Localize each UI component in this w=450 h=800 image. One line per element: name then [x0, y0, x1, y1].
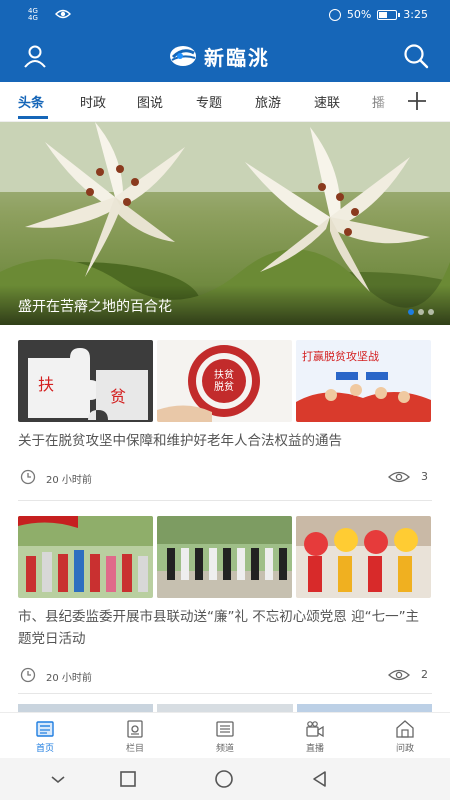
app-logo: 新臨洮: [168, 42, 270, 70]
bottom-navigation: 首页 栏目 频道 直播 问政: [0, 712, 450, 758]
clock-icon: [20, 667, 36, 683]
app-screen: 4G 4G 50% 3:25 新臨洮 头条 时政 图说 专题 旅游 速联 盛开在…: [0, 0, 450, 800]
tab-topics[interactable]: 专题: [196, 92, 222, 111]
status-bar: 4G 4G 50% 3:25: [0, 0, 450, 30]
tab-tourism[interactable]: 旅游: [255, 92, 281, 111]
clock-time: 3:25: [403, 8, 428, 21]
user-icon[interactable]: [22, 43, 48, 69]
thumb-text-fu: 扶: [38, 375, 54, 394]
channel-icon: [216, 721, 234, 737]
nav-channel[interactable]: 频道: [195, 719, 255, 754]
performance-thumbnail: [18, 516, 153, 598]
puzzle-thumbnail: 扶 贫: [18, 340, 153, 422]
view-count: 3: [421, 470, 428, 483]
nav-inquiry[interactable]: 问政: [375, 719, 435, 754]
news-item[interactable]: 扶 贫 扶贫脱贫 打赢脱贫攻坚战 关于在脱贫攻坚中保障和维护好老年人合法权益的通…: [18, 340, 432, 490]
add-channel-icon[interactable]: [404, 88, 430, 114]
news-meta: 20 小时前 2: [18, 658, 432, 688]
carousel-dot: [408, 309, 414, 315]
home-circle-icon[interactable]: [214, 769, 234, 789]
campaign-thumbnail: 打赢脱贫攻坚战: [296, 340, 431, 422]
thumb-text-campaign: 打赢脱贫攻坚战: [302, 349, 379, 363]
battery-icon: [377, 9, 401, 20]
carousel-dot: [418, 309, 424, 315]
news-title: 市、县纪委监委开展市县联动送“廉”礼 不忘初心颂党恩 迎“七一”主题党日活动: [18, 609, 420, 647]
party-day-thumbnail: [157, 516, 292, 598]
nav-column[interactable]: 栏目: [105, 719, 165, 754]
news-meta: 20 小时前 3: [18, 460, 432, 490]
tab-scroll-fade: [360, 82, 400, 121]
carousel-dot: [428, 309, 434, 315]
tab-politics[interactable]: 时政: [80, 92, 106, 111]
system-navigation-bar: [0, 758, 450, 800]
list-divider: [18, 693, 432, 694]
back-triangle-icon[interactable]: [310, 769, 330, 789]
logo-mark-icon: [170, 46, 196, 66]
view-count-icon: [388, 669, 410, 681]
list-divider: [18, 500, 432, 501]
thumb-text-pin: 贫: [110, 387, 126, 406]
featured-banner[interactable]: 盛开在苦瘠之地的百合花: [0, 122, 450, 325]
tab-pictures[interactable]: 图说: [137, 92, 163, 111]
next-item-preview: [18, 704, 432, 712]
publish-time: 20 小时前: [46, 673, 92, 684]
app-name: 新臨洮: [204, 45, 270, 70]
carousel-indicator: [408, 309, 434, 315]
home-news-icon: [36, 721, 54, 737]
nav-label: 直播: [305, 744, 324, 754]
nav-label: 栏目: [125, 744, 144, 754]
tab-contacts[interactable]: 速联: [314, 92, 340, 111]
tab-headline[interactable]: 头条: [18, 92, 44, 111]
view-count-icon: [388, 471, 410, 483]
nav-live[interactable]: 直播: [285, 719, 345, 754]
banner-caption: 盛开在苦瘠之地的百合花: [18, 299, 172, 315]
app-header: 新臨洮: [0, 30, 450, 82]
nav-home[interactable]: 首页: [15, 719, 75, 754]
search-icon[interactable]: [402, 42, 430, 70]
alarm-icon: [328, 8, 341, 21]
signal-indicator: 4G 4G: [28, 7, 38, 22]
recent-apps-icon[interactable]: [118, 769, 138, 789]
news-thumbnails: [18, 516, 432, 598]
clock-icon: [20, 469, 36, 485]
channel-tab-bar: 头条 时政 图说 专题 旅游 速联 播: [0, 82, 450, 122]
nav-label: 问政: [395, 744, 414, 754]
collapse-chevron-icon[interactable]: [48, 769, 68, 789]
view-count: 2: [421, 668, 428, 681]
active-tab-indicator: [18, 116, 48, 119]
thumb-text-papercut: 扶贫脱贫: [214, 368, 234, 393]
publish-time: 20 小时前: [46, 475, 92, 486]
dance-thumbnail: [296, 516, 431, 598]
news-thumbnails: 扶 贫 扶贫脱贫 打赢脱贫攻坚战: [18, 340, 432, 422]
inquiry-house-icon: [396, 720, 414, 738]
battery-percent: 50%: [346, 8, 372, 21]
nav-label: 首页: [35, 744, 54, 754]
news-item[interactable]: 市、县纪委监委开展市县联动送“廉”礼 不忘初心颂党恩 迎“七一”主题党日活动 2…: [18, 516, 432, 688]
eye-comfort-icon: [55, 9, 71, 19]
column-icon: [127, 720, 143, 738]
news-title: 关于在脱贫攻坚中保障和维护好老年人合法权益的通告: [18, 433, 342, 449]
live-camera-icon: [306, 721, 324, 738]
nav-label: 频道: [215, 744, 234, 754]
papercut-thumbnail: 扶贫脱贫: [157, 340, 292, 422]
